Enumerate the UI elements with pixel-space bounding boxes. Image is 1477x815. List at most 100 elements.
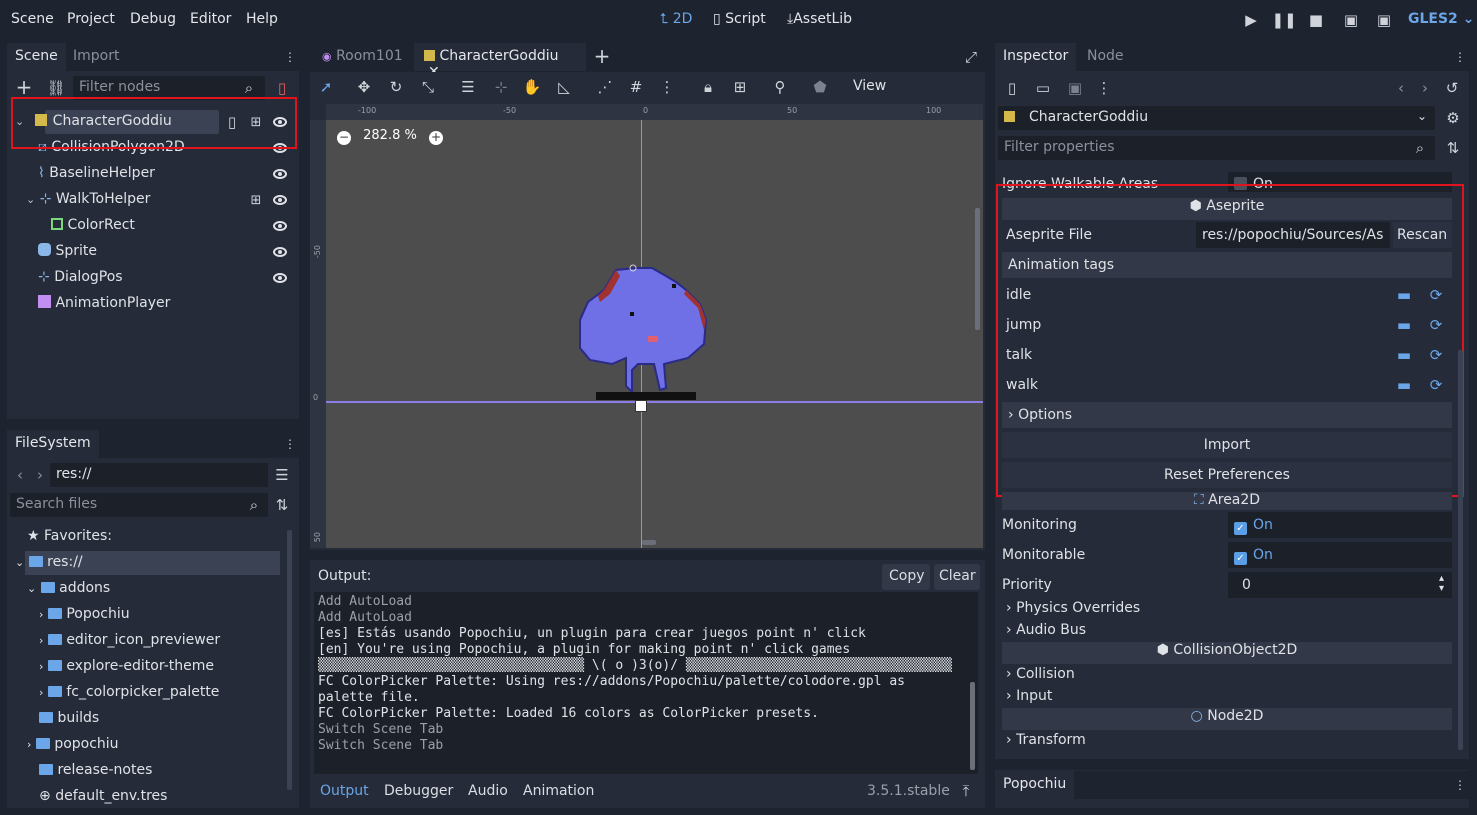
section-node2d[interactable]: ○ Node2D (1002, 708, 1452, 730)
input-section[interactable]: › Input (1002, 688, 1452, 708)
visibility-eye-icon[interactable] (273, 247, 287, 257)
menu-dots-icon[interactable]: ⋮ (1097, 79, 1112, 97)
tab-animation[interactable]: Animation (523, 783, 594, 799)
menu-project[interactable]: Project (67, 11, 115, 27)
visibility-eye-icon[interactable] (273, 169, 287, 179)
split-view-icon[interactable]: ☰ (273, 466, 291, 484)
tab-inspector[interactable]: Inspector (995, 43, 1077, 71)
inspector-scrollbar[interactable] (1458, 350, 1463, 750)
folder-editor-icon-previewer[interactable]: › editor_icon_previewer (39, 632, 220, 656)
history-forward-icon[interactable]: › (1419, 79, 1431, 97)
monitorable-checkbox[interactable]: ✓ On (1228, 542, 1452, 568)
workspace-assetlib-button[interactable]: ⤓AssetLib (787, 11, 852, 27)
tree-node-sprite[interactable]: Sprite (38, 243, 97, 267)
object-selector[interactable]: CharacterGoddiu ⌄ (998, 106, 1435, 130)
workspace-script-button[interactable]: ▯ Script (713, 11, 766, 27)
ruler-tool-icon[interactable]: ◺ (556, 78, 572, 96)
folder-res[interactable]: ⌄ res:// (15, 554, 83, 578)
play-icon[interactable]: ▶ (1244, 11, 1258, 29)
priority-spinbox[interactable]: 0 ▴ ▾ (1228, 572, 1452, 598)
menu-editor[interactable]: Editor (190, 11, 231, 27)
tab-node[interactable]: Node (1079, 43, 1132, 71)
folder-builds[interactable]: builds (39, 710, 99, 734)
new-tab-icon[interactable]: + (593, 44, 611, 68)
visibility-eye-icon[interactable] (273, 195, 287, 205)
property-filter-icon[interactable]: ⇅ (1444, 139, 1462, 157)
camera-override-icon[interactable]: ⬟ (812, 78, 828, 96)
character-sprite[interactable] (576, 260, 716, 420)
tree-node-walktohelper[interactable]: ⌄ ⊹ WalkToHelper (26, 191, 150, 215)
search-files-input[interactable]: Search files (10, 493, 268, 517)
filter-properties-input[interactable]: Filter properties (998, 136, 1435, 160)
tab-filesystem[interactable]: FileSystem (7, 430, 99, 458)
link-icon[interactable]: ⛓ (46, 79, 65, 97)
add-node-icon[interactable]: + (15, 75, 33, 99)
tree-node-colorrect[interactable]: ColorRect (51, 217, 135, 241)
origin-handle[interactable] (635, 400, 647, 412)
folder-popochiu[interactable]: › popochiu (27, 736, 119, 760)
audio-bus-section[interactable]: › Audio Bus (1002, 622, 1452, 642)
folder-explore-editor-theme[interactable]: › explore-editor-theme (39, 658, 214, 682)
tree-node-animationplayer[interactable]: AnimationPlayer (38, 295, 170, 319)
copy-button[interactable]: Copy (882, 564, 930, 590)
view-menu[interactable]: View (853, 78, 886, 94)
workspace-2d-button[interactable]: ⮤ 2D (660, 11, 692, 27)
clear-button[interactable]: Clear (934, 564, 980, 590)
output-log[interactable]: Add AutoLoad Add AutoLoad [es] Estás usand… (314, 592, 978, 774)
grid-snap-icon[interactable]: # (628, 78, 644, 96)
viewport-vscrollbar[interactable] (975, 208, 980, 330)
scale-tool-icon[interactable]: ⤡ (420, 78, 436, 96)
zoom-level[interactable]: 282.8 % (363, 128, 417, 143)
group-icon[interactable]: ⊞ (249, 193, 263, 208)
list-select-icon[interactable]: ☰ (460, 78, 476, 96)
sort-icon[interactable]: ⇅ (273, 496, 291, 514)
history-icon[interactable]: ↺ (1444, 79, 1460, 97)
section-collisionobject2d[interactable]: ⬢ CollisionObject2D (1002, 642, 1452, 664)
folder-release-notes[interactable]: release-notes (39, 762, 152, 786)
tab-room101[interactable]: ◉ Room101 (312, 43, 411, 71)
script-add-icon[interactable]: ▯ (273, 79, 291, 97)
output-scrollbar[interactable] (970, 682, 975, 770)
pin-icon[interactable]: ⤒ (958, 782, 974, 800)
smart-snap-icon[interactable]: ⋰ (597, 78, 613, 96)
menu-debug[interactable]: Debug (130, 11, 176, 27)
pivot-tool-icon[interactable]: ⊹ (493, 78, 509, 96)
menu-scene[interactable]: Scene (11, 11, 54, 27)
visibility-eye-icon[interactable] (273, 221, 287, 231)
monitoring-checkbox[interactable]: ✓ On (1228, 512, 1452, 538)
select-tool-icon[interactable]: ➚ (318, 78, 334, 96)
section-area2d[interactable]: ⛶ Area2D (1002, 492, 1452, 510)
play-custom-scene-icon[interactable]: ▣ (1376, 11, 1392, 29)
menu-help[interactable]: Help (246, 11, 278, 27)
tab-output[interactable]: Output (320, 783, 369, 799)
pan-tool-icon[interactable]: ✋ (523, 78, 542, 96)
tab-popochiu[interactable]: Popochiu (995, 771, 1075, 799)
tab-charactergoddiu[interactable]: CharacterGoddiu ✕ (414, 43, 586, 80)
tab-audio[interactable]: Audio (468, 783, 508, 799)
filesystem-path-input[interactable]: res:// (50, 463, 268, 487)
history-back-icon[interactable]: ‹ (1395, 79, 1407, 97)
folder-fc-colorpicker-palette[interactable]: › fc_colorpicker_palette (39, 684, 219, 708)
snap-options-icon[interactable]: ⋮ (660, 78, 675, 96)
zoom-in-icon[interactable]: + (428, 131, 443, 145)
open-folder-icon[interactable]: ▭ (1035, 79, 1051, 97)
tree-node-baselinehelper[interactable]: ⌇ BaselineHelper (38, 165, 155, 189)
renderer-select[interactable]: GLES2 ⌄ (1408, 11, 1474, 27)
folder-popochiu-addon[interactable]: › Popochiu (39, 606, 130, 630)
new-resource-icon[interactable]: ▯ (1004, 79, 1020, 97)
object-properties-icon[interactable]: ⚙ (1444, 108, 1462, 128)
rotate-tool-icon[interactable]: ↻ (388, 78, 404, 96)
tab-debugger[interactable]: Debugger (384, 783, 453, 799)
menu-dots-icon[interactable]: ⋮ (1454, 49, 1466, 65)
group-icon[interactable]: ⊞ (732, 78, 748, 96)
menu-dots-icon[interactable]: ⋮ (284, 436, 296, 452)
viewport-canvas[interactable] (326, 120, 983, 548)
back-icon[interactable]: ‹ (14, 466, 26, 484)
tab-scene[interactable]: Scene (7, 43, 66, 71)
fullscreen-icon[interactable]: ⤢ (962, 48, 980, 66)
stop-icon[interactable]: ■ (1309, 11, 1323, 29)
folder-addons[interactable]: ⌄ addons (27, 580, 110, 604)
zoom-out-icon[interactable]: − (337, 131, 351, 145)
menu-dots-icon[interactable]: ⋮ (284, 49, 296, 65)
filesystem-scrollbar[interactable] (287, 530, 292, 790)
